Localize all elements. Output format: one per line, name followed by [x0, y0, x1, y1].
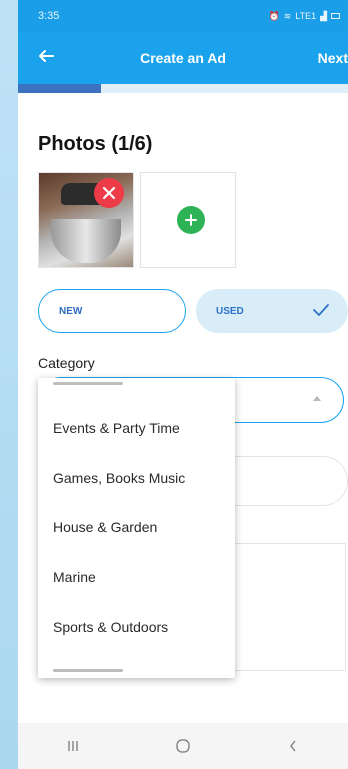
home-button[interactable]: [168, 734, 198, 758]
next-button[interactable]: Next: [318, 50, 348, 66]
dropdown-partial-item-top[interactable]: [53, 382, 123, 385]
status-bar: 3:35 ⏰ ≋ LTE1 ▟: [18, 0, 348, 32]
dropdown-item-games[interactable]: Games, Books Music: [53, 470, 185, 486]
recents-icon: [68, 741, 78, 751]
description-field[interactable]: [218, 543, 346, 671]
system-nav-bar: [18, 723, 348, 769]
network-label: LTE1: [295, 11, 317, 21]
dropdown-item-marine[interactable]: Marine: [53, 569, 96, 585]
battery-icon: [331, 13, 340, 19]
progress-track: [18, 84, 348, 93]
close-icon: [102, 186, 116, 200]
check-icon: [313, 304, 329, 316]
title-field[interactable]: [218, 456, 348, 506]
app-bar: Create an Ad Next: [18, 32, 348, 84]
photo-detail: [51, 219, 121, 263]
photos-heading: Photos (1/6): [38, 133, 153, 155]
remove-photo-button[interactable]: [94, 178, 124, 208]
recents-button[interactable]: [58, 734, 88, 758]
dropdown-item-events[interactable]: Events & Party Time: [53, 420, 180, 436]
condition-used-label: USED: [216, 305, 244, 317]
condition-new-button[interactable]: NEW: [38, 289, 186, 333]
alarm-icon: ⏰: [268, 10, 280, 21]
signal-icon: ▟: [320, 10, 327, 21]
caret-up-icon: [313, 396, 321, 401]
phone-screen: 3:35 ⏰ ≋ LTE1 ▟ Create an Ad Next Photos…: [18, 0, 348, 769]
condition-new-label: NEW: [59, 305, 83, 317]
category-dropdown[interactable]: Events & Party Time Games, Books Music H…: [38, 378, 235, 678]
add-photo-slot[interactable]: [140, 172, 236, 268]
plus-icon: [185, 214, 197, 226]
background-gutter: [0, 0, 18, 769]
back-button[interactable]: [278, 734, 308, 758]
status-icons: ⏰ ≋ LTE1 ▟: [268, 11, 340, 22]
wifi-icon: ≋: [283, 10, 292, 21]
add-photo-button[interactable]: [177, 206, 205, 234]
status-time: 3:35: [38, 10, 60, 22]
chevron-left-icon: [290, 740, 296, 752]
progress-fill: [18, 84, 101, 93]
category-label: Category: [38, 355, 95, 371]
condition-used-button[interactable]: USED: [196, 289, 348, 333]
dropdown-item-house[interactable]: House & Garden: [53, 519, 157, 535]
dropdown-partial-item-bottom[interactable]: [53, 669, 123, 672]
page-title: Create an Ad: [140, 50, 226, 66]
dropdown-item-sports[interactable]: Sports & Outdoors: [53, 619, 168, 635]
home-icon: [176, 739, 190, 753]
